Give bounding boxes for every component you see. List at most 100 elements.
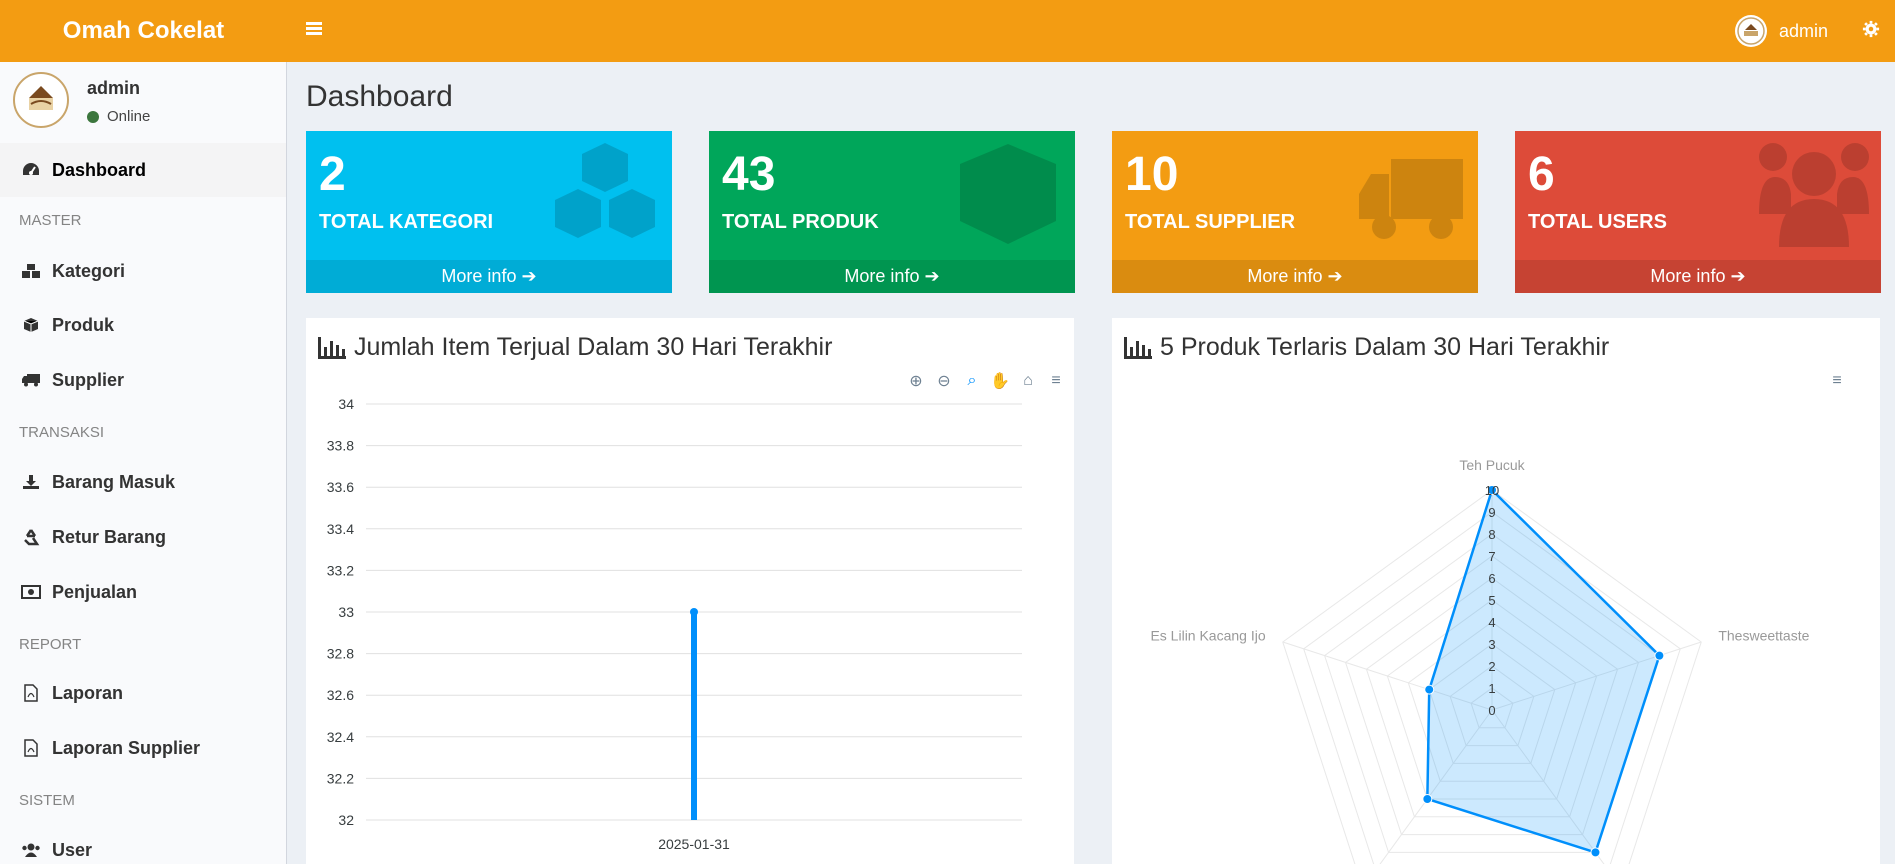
truck-icon: [20, 373, 42, 387]
sidebar-toggle-icon[interactable]: [306, 22, 322, 36]
y-tick-label: 32.6: [327, 687, 354, 703]
stat-box-users: 6 TOTAL USERS More info ➔: [1515, 131, 1881, 293]
radar-series-area: [1426, 487, 1661, 854]
stat-label: TOTAL KATEGORI: [319, 211, 494, 233]
sidebar-item-user[interactable]: User: [0, 823, 286, 864]
arrow-circle-right-icon: ➔: [924, 266, 940, 286]
r-tick-label: 10: [1485, 483, 1499, 498]
sidebar-item-produk[interactable]: Produk: [0, 298, 286, 352]
stat-value: 2: [319, 148, 346, 201]
r-tick-label: 9: [1488, 505, 1495, 520]
page-title: Dashboard: [306, 80, 453, 113]
brand-logo[interactable]: Omah Cokelat: [0, 0, 287, 62]
y-tick-label: 33.4: [327, 521, 354, 537]
arrow-circle-right-icon: ➔: [521, 266, 537, 286]
more-info-link[interactable]: More info ➔: [1515, 260, 1881, 293]
sidebar-item-label: Supplier: [52, 369, 125, 390]
r-tick-label: 2: [1488, 659, 1495, 674]
r-tick-label: 3: [1488, 637, 1495, 652]
stat-box-produk: 43 TOTAL PRODUK More info ➔: [709, 131, 1075, 293]
more-info-label: More info: [441, 266, 517, 286]
sidebar-item-barang-masuk[interactable]: Barang Masuk: [0, 455, 286, 509]
bar-chart: 34 33.8 33.6 33.4 33.2 33 32.8 32.6 32.4 32.2 32 20…: [327, 396, 1022, 852]
section-header-sistem: SISTEM: [19, 792, 75, 809]
status-text: Online: [107, 108, 151, 125]
gear-icon[interactable]: [1862, 20, 1882, 40]
users-icon: [1759, 143, 1869, 247]
download-icon: [20, 474, 42, 490]
sidebar-item-laporan-supplier[interactable]: Laporan Supplier: [0, 721, 286, 775]
truck-icon: [1359, 159, 1463, 239]
stat-box-supplier: 10 TOTAL SUPPLIER More info ➔: [1112, 131, 1478, 293]
sidebar-item-laporan[interactable]: Laporan: [0, 666, 286, 720]
sidebar-item-dashboard[interactable]: Dashboard: [0, 143, 286, 197]
stat-label: TOTAL USERS: [1528, 211, 1667, 233]
y-tick-label: 33.2: [327, 562, 354, 578]
online-dot-icon: [87, 110, 99, 123]
users-icon: [20, 842, 42, 858]
stat-box-kategori: 2 TOTAL KATEGORI More info ➔: [306, 131, 672, 293]
radar-chart: 0 1 2 3 4 5 6 7 8 9 10 Teh Pucuk Thesweettaste Es Lil…: [1150, 457, 1810, 864]
data-point: [690, 608, 698, 616]
stat-label: TOTAL PRODUK: [722, 211, 879, 233]
y-tick-label: 33.6: [327, 479, 354, 495]
sidebar-item-label: Laporan: [52, 682, 124, 703]
avatar: [13, 72, 69, 128]
arrow-circle-right-icon: ➔: [1327, 266, 1343, 286]
more-info-link[interactable]: More info ➔: [306, 260, 672, 293]
top-navbar: Omah Cokelat admin: [0, 0, 1895, 62]
more-info-label: More info: [1247, 266, 1323, 286]
sidebar-item-label: Laporan Supplier: [52, 737, 201, 758]
avatar: [1735, 15, 1767, 47]
more-info-link[interactable]: More info ➔: [1112, 260, 1478, 293]
r-tick-label: 1: [1488, 681, 1495, 696]
panel-sales-30-days: Jumlah Item Terjual Dalam 30 Hari Terakh…: [306, 318, 1074, 864]
bar: [691, 612, 697, 820]
sidebar-item-label: Barang Masuk: [52, 471, 176, 492]
y-tick-label: 34: [338, 396, 354, 412]
sidebar-item-label: Penjualan: [52, 581, 138, 602]
y-tick-label: 33: [338, 604, 354, 620]
stat-value: 10: [1125, 148, 1179, 201]
radar-axis-label: Teh Pucuk: [1459, 457, 1525, 473]
arrow-circle-right-icon: ➔: [1730, 266, 1746, 286]
section-header-report: REPORT: [19, 636, 82, 653]
stat-value: 43: [722, 148, 776, 201]
section-header-master: MASTER: [19, 212, 82, 229]
file-pdf-icon: [20, 684, 42, 702]
y-tick-label: 32.4: [327, 729, 354, 745]
user-name: admin: [1779, 20, 1829, 41]
y-tick-label: 33.8: [327, 438, 354, 454]
r-tick-label: 6: [1488, 571, 1495, 586]
sidebar-item-label: Retur Barang: [52, 526, 167, 547]
r-tick-label: 7: [1488, 549, 1495, 564]
panel-top-products: 5 Produk Terlaris Dalam 30 Hari Terakhir…: [1112, 318, 1880, 864]
more-info-link[interactable]: More info ➔: [709, 260, 1075, 293]
y-tick-label: 32: [338, 812, 354, 828]
data-point: [1590, 847, 1601, 858]
sidebar-item-label: Dashboard: [52, 159, 147, 180]
sidebar-item-kategori[interactable]: Kategori: [0, 244, 286, 298]
r-tick-label: 0: [1488, 703, 1495, 718]
sidebar-item-label: User: [52, 839, 93, 860]
stat-value: 6: [1528, 148, 1555, 201]
status-badge: Online: [87, 108, 150, 125]
user-menu[interactable]: admin: [1735, 15, 1828, 47]
radar-axis-label: Es Lilin Kacang Ijo: [1150, 627, 1265, 643]
data-point: [1654, 650, 1665, 661]
dashboard-icon: [20, 162, 42, 178]
sidebar-item-supplier[interactable]: Supplier: [0, 353, 286, 407]
file-pdf-icon: [20, 739, 42, 757]
sidebar-item-label: Kategori: [52, 260, 126, 281]
sidebar-item-penjualan[interactable]: Penjualan: [0, 565, 286, 619]
stat-label: TOTAL SUPPLIER: [1125, 211, 1296, 233]
y-tick-label: 32.8: [327, 646, 354, 662]
more-info-label: More info: [844, 266, 920, 286]
sidebar-item-retur-barang[interactable]: Retur Barang: [0, 510, 286, 564]
r-tick-label: 4: [1488, 615, 1495, 630]
sidebar-user-name: admin: [87, 78, 141, 98]
cubes-icon: [20, 263, 42, 279]
cube-icon: [20, 317, 42, 333]
data-point: [1422, 793, 1433, 804]
money-icon: [20, 585, 42, 599]
